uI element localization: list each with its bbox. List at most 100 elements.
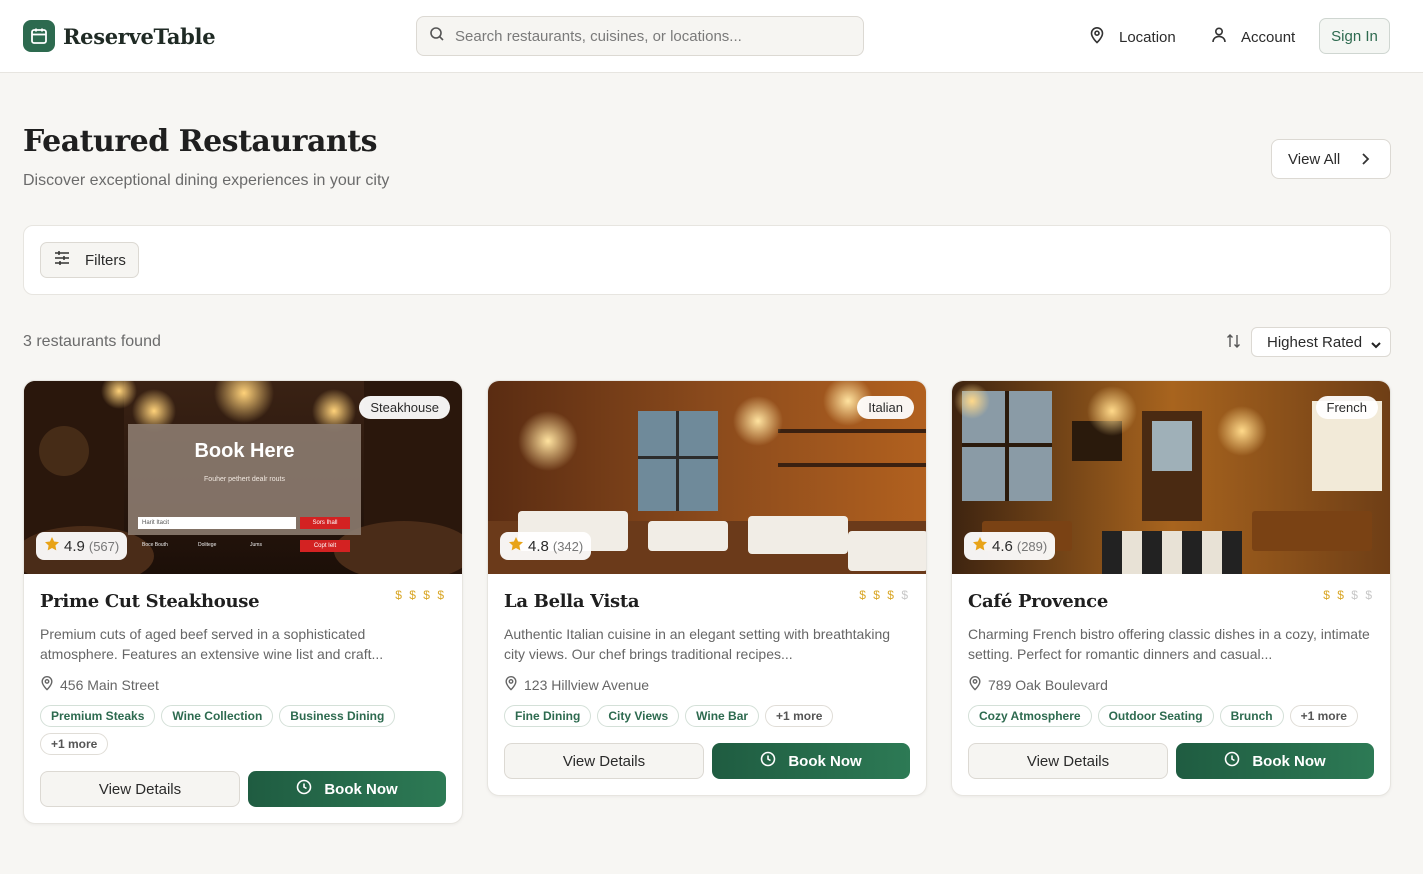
booking-overlay: Book Here Fouher pethert dealr routs Har… [128, 424, 361, 552]
feature-tag: Cozy Atmosphere [968, 705, 1092, 727]
brand-logo[interactable]: ReserveTable [23, 20, 216, 52]
clock-icon [760, 751, 776, 771]
restaurant-address: 456 Main Street [40, 675, 446, 694]
tag-list: Premium Steaks Wine Collection Business … [40, 705, 446, 755]
map-pin-icon [40, 675, 54, 694]
clock-icon [296, 779, 312, 799]
overlay-option: Dolitege [198, 542, 217, 548]
search-box[interactable] [416, 16, 864, 56]
calendar-icon [23, 20, 55, 52]
location-label: Location [1119, 28, 1176, 46]
overlay-btn: Sors Ihall [300, 517, 350, 529]
more-tags: +1 more [1289, 705, 1358, 727]
search-icon [429, 26, 445, 47]
overlay-sub: Fouher pethert dealr routs [204, 476, 285, 483]
feature-tag: Fine Dining [504, 705, 592, 727]
sort-arrows-icon [1226, 333, 1242, 354]
search-input[interactable] [455, 27, 845, 45]
restaurant-card[interactable]: Book Here Fouher pethert dealr routs Har… [23, 380, 463, 824]
star-icon [972, 536, 988, 556]
filters-label: Filters [85, 251, 126, 269]
sort-select[interactable]: Highest Rated [1251, 327, 1391, 357]
book-now-button[interactable]: Book Now [712, 743, 910, 779]
restaurant-address: 789 Oak Boulevard [968, 675, 1374, 694]
clock-icon [1224, 751, 1240, 771]
restaurant-description: Authentic Italian cuisine in an elegant … [504, 626, 891, 662]
sign-in-button[interactable]: Sign In [1319, 18, 1390, 54]
view-details-button[interactable]: View Details [504, 743, 704, 779]
book-now-label: Book Now [788, 752, 862, 770]
view-details-button[interactable]: View Details [40, 771, 240, 807]
restaurant-photo: Italian 4.8 (342) [488, 381, 926, 574]
restaurant-card[interactable]: Italian 4.8 (342) La Bella Vista $ $ $ $… [487, 380, 927, 796]
overlay-field: Harit Itacit [138, 517, 296, 529]
feature-tag: Outdoor Seating [1097, 705, 1214, 727]
account-link[interactable]: Account [1211, 26, 1295, 48]
price-level: $ $ $ $ [859, 588, 910, 602]
address-text: 789 Oak Boulevard [988, 676, 1108, 693]
feature-tag: Business Dining [279, 705, 396, 727]
feature-tag: Wine Bar [685, 705, 760, 727]
restaurant-card[interactable]: French 4.6 (289) Café Provence $ $ $ $ C… [951, 380, 1391, 796]
more-tags: +1 more [40, 733, 109, 755]
book-now-button[interactable]: Book Now [1176, 743, 1374, 779]
view-all-label: View All [1288, 150, 1341, 168]
address-text: 123 Hillview Avenue [524, 676, 650, 693]
restaurant-name[interactable]: Prime Cut Steakhouse [40, 574, 446, 612]
rating-value: 4.9 [64, 537, 85, 555]
feature-tag: City Views [597, 705, 680, 727]
star-icon [44, 536, 60, 556]
book-now-label: Book Now [1252, 752, 1326, 770]
feature-tag: Brunch [1219, 705, 1284, 727]
review-count: (342) [552, 538, 584, 554]
address-text: 456 Main Street [60, 676, 159, 693]
cuisine-badge: Italian [857, 396, 914, 419]
user-icon [1211, 26, 1227, 48]
account-label: Account [1241, 28, 1296, 46]
rating-value: 4.8 [528, 537, 549, 555]
rating-badge: 4.8 (342) [500, 532, 592, 560]
chevron-down-icon [1370, 337, 1382, 354]
map-pin-icon [968, 675, 982, 694]
sort-selected: Highest Rated [1267, 333, 1363, 351]
overlay-option: Boce Bouth [142, 542, 168, 548]
tag-list: Fine Dining City Views Wine Bar +1 more [504, 705, 910, 727]
view-all-button[interactable]: View All [1271, 139, 1391, 179]
map-pin-icon [1089, 26, 1105, 48]
results-count: 3 restaurants found [23, 333, 161, 350]
rating-badge: 4.9 (567) [36, 532, 128, 560]
price-level: $ $ $ $ [1323, 588, 1374, 602]
book-now-button[interactable]: Book Now [248, 771, 446, 807]
sliders-icon [53, 250, 71, 270]
filters-button[interactable]: Filters [40, 242, 139, 278]
more-tags: +1 more [765, 705, 834, 727]
restaurant-name[interactable]: La Bella Vista [504, 574, 910, 612]
restaurant-photo: Book Here Fouher pethert dealr routs Har… [24, 381, 462, 574]
top-header: ReserveTable Location Account Sign In [0, 0, 1423, 73]
restaurant-photo: French 4.6 (289) [952, 381, 1390, 574]
restaurant-description: Charming French bistro offering classic … [968, 626, 1370, 662]
page-title: Featured Restaurants [23, 124, 377, 159]
restaurant-name[interactable]: Café Provence [968, 574, 1374, 612]
book-now-label: Book Now [324, 780, 398, 798]
view-details-button[interactable]: View Details [968, 743, 1168, 779]
feature-tag: Premium Steaks [40, 705, 156, 727]
feature-tag: Wine Collection [161, 705, 274, 727]
tag-list: Cozy Atmosphere Outdoor Seating Brunch +… [968, 705, 1374, 727]
overlay-btn: Copt Ielt [300, 540, 350, 552]
review-count: (567) [88, 538, 120, 554]
location-link[interactable]: Location [1089, 26, 1176, 48]
brand-name: ReserveTable [63, 23, 216, 49]
rating-badge: 4.6 (289) [964, 532, 1056, 560]
chevron-right-icon [1360, 152, 1370, 170]
star-icon [508, 536, 524, 556]
overlay-option: Jums [250, 542, 262, 548]
price-level: $ $ $ $ [395, 588, 446, 602]
cuisine-badge: Steakhouse [359, 396, 450, 419]
overlay-heading: Book Here [194, 440, 295, 462]
map-pin-icon [504, 675, 518, 694]
rating-value: 4.6 [992, 537, 1013, 555]
page-subtitle: Discover exceptional dining experiences … [23, 172, 390, 189]
review-count: (289) [1016, 538, 1048, 554]
cuisine-badge: French [1315, 396, 1378, 419]
